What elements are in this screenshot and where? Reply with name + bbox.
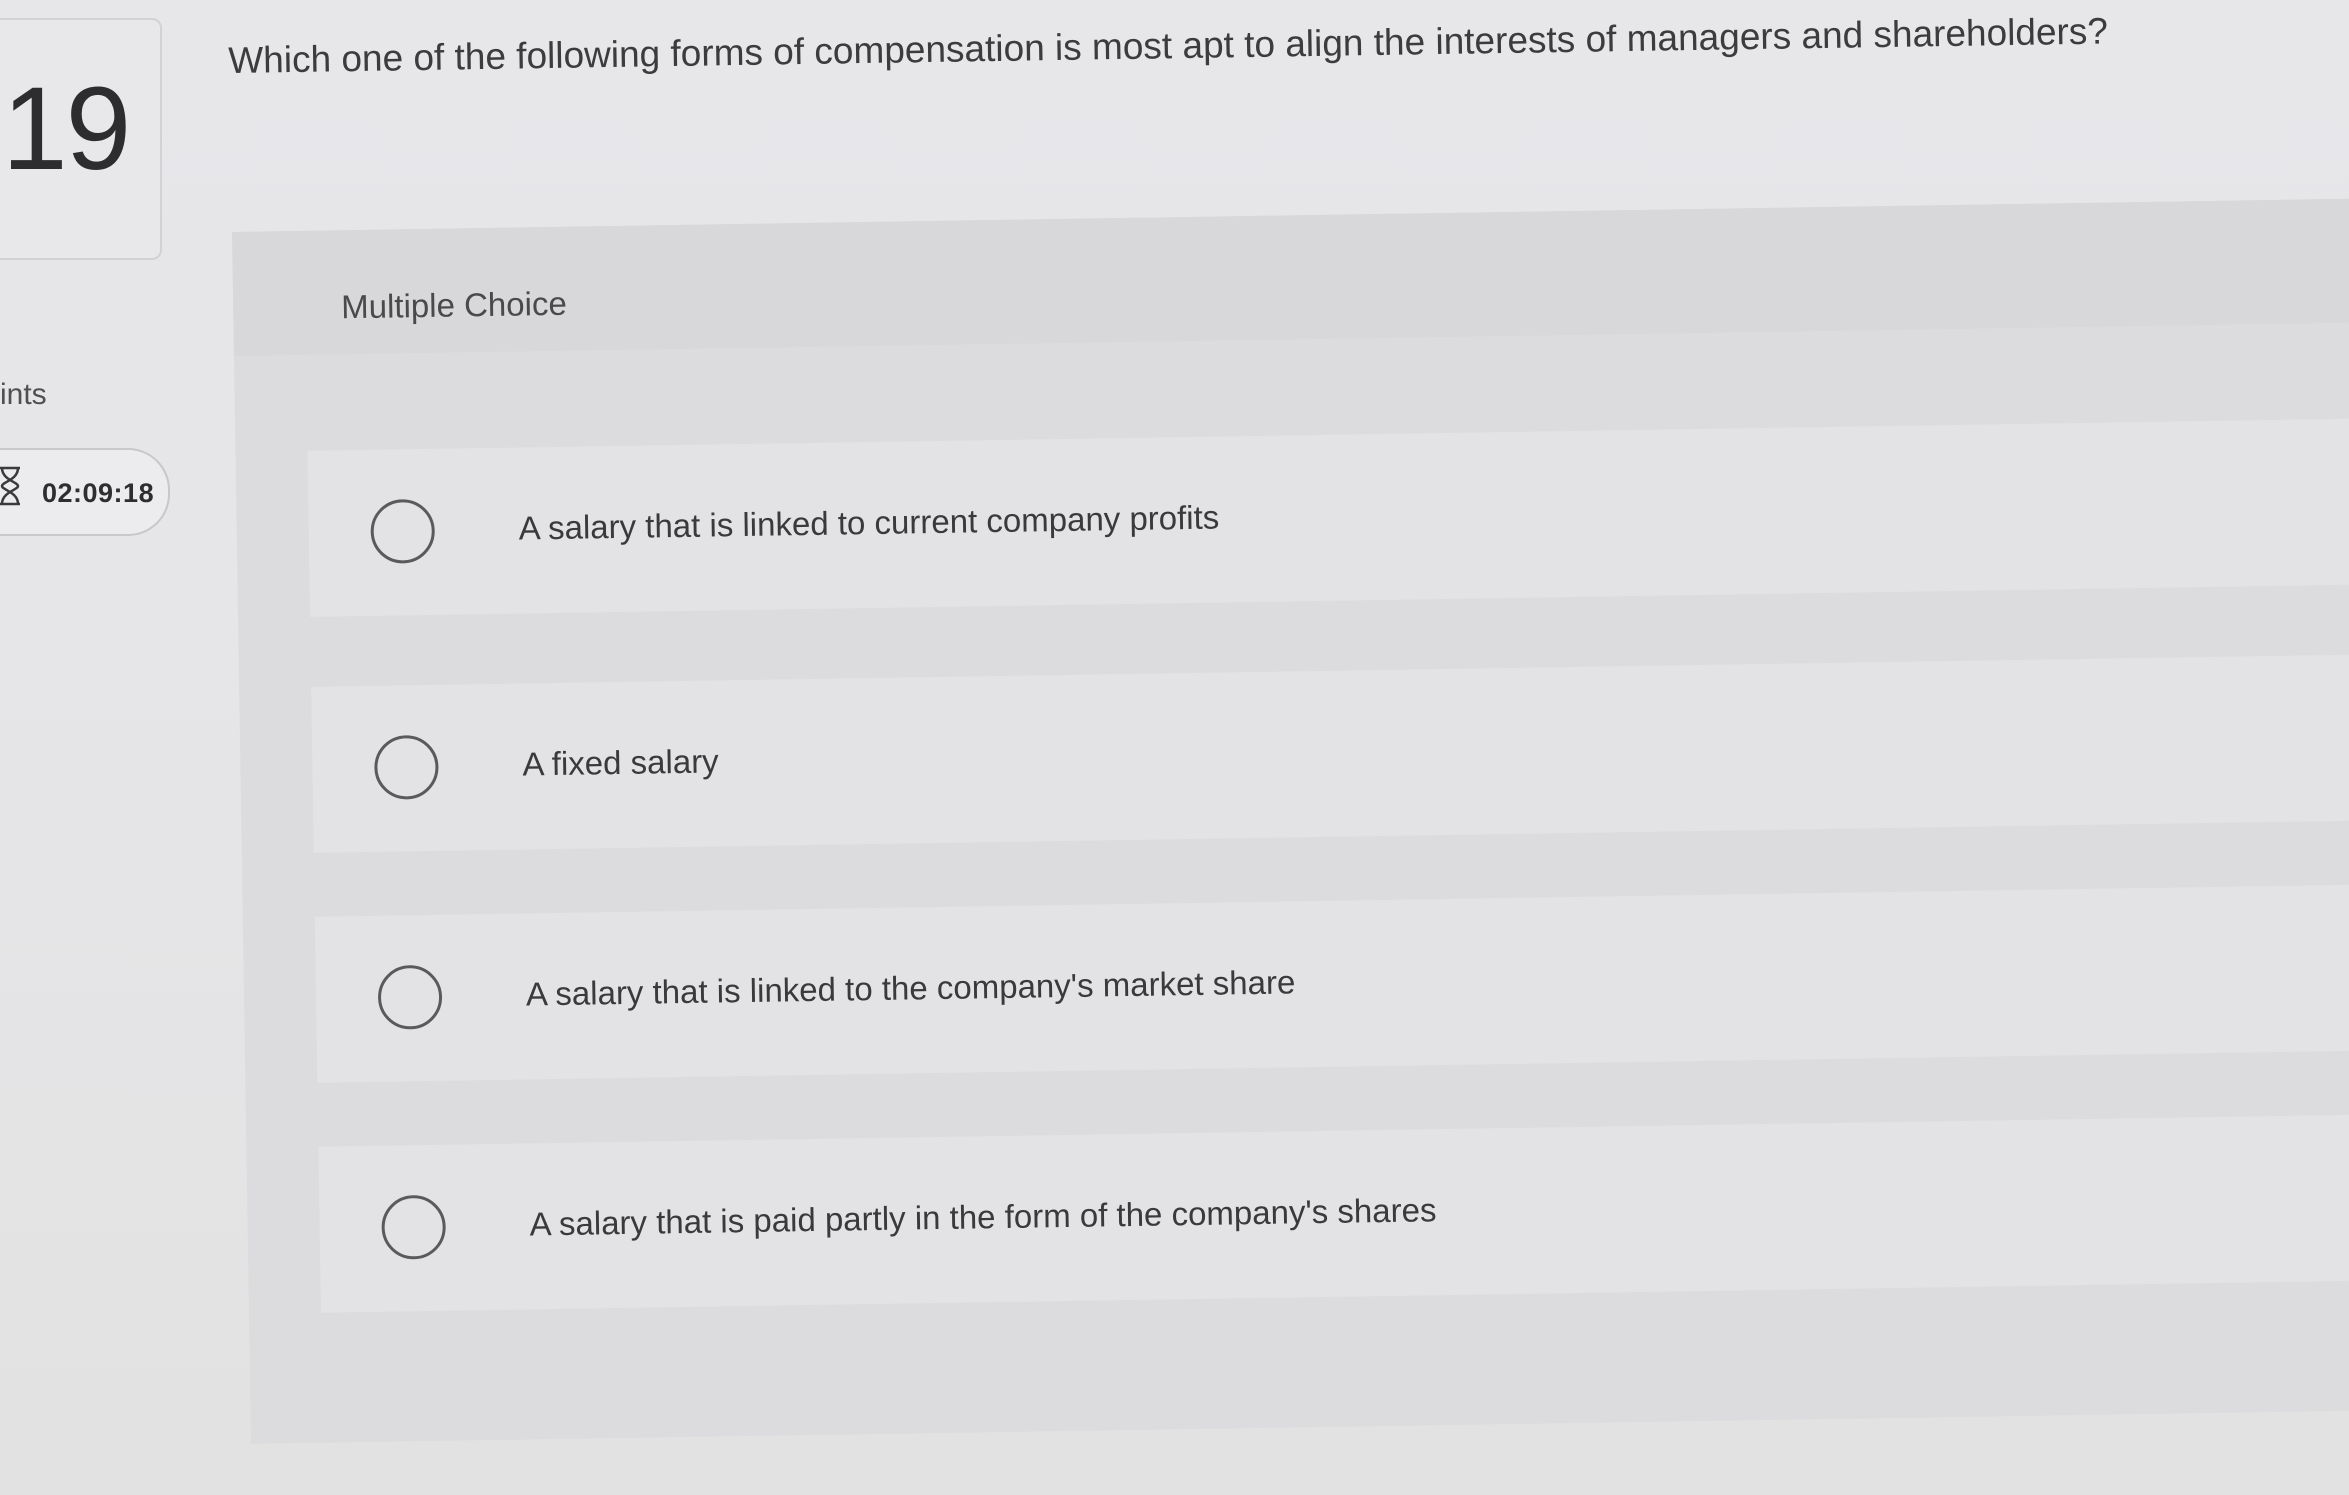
quiz-page: 19 ints 02:09:18 Which one of the follow…: [0, 0, 2349, 1495]
option-label: A salary that is linked to current compa…: [518, 498, 1220, 547]
panel-header: Multiple Choice: [232, 198, 2349, 356]
option-label: A salary that is linked to the company's…: [525, 963, 1296, 1013]
radio-button[interactable]: [370, 498, 436, 564]
answer-option-3[interactable]: A salary that is linked to the company's…: [314, 884, 2349, 1083]
points-label: ints: [0, 378, 47, 411]
option-label: A fixed salary: [522, 742, 719, 783]
question-text: Which one of the following forms of comp…: [228, 10, 2109, 81]
answer-option-1[interactable]: A salary that is linked to current compa…: [307, 418, 2349, 617]
option-label: A salary that is paid partly in the form…: [529, 1191, 1437, 1243]
answer-option-4[interactable]: A salary that is paid partly in the form…: [318, 1114, 2349, 1313]
answer-panel: Multiple Choice A salary that is linked …: [232, 198, 2349, 1444]
answer-option-2[interactable]: A fixed salary: [311, 654, 2349, 853]
radio-button[interactable]: [381, 1194, 447, 1260]
radio-button[interactable]: [377, 964, 443, 1030]
hourglass-icon: [0, 466, 20, 506]
timer-readout: 02:09:18: [42, 478, 155, 508]
radio-button[interactable]: [373, 734, 439, 800]
question-type-label: Multiple Choice: [340, 284, 568, 326]
question-number: 19: [2, 63, 131, 195]
